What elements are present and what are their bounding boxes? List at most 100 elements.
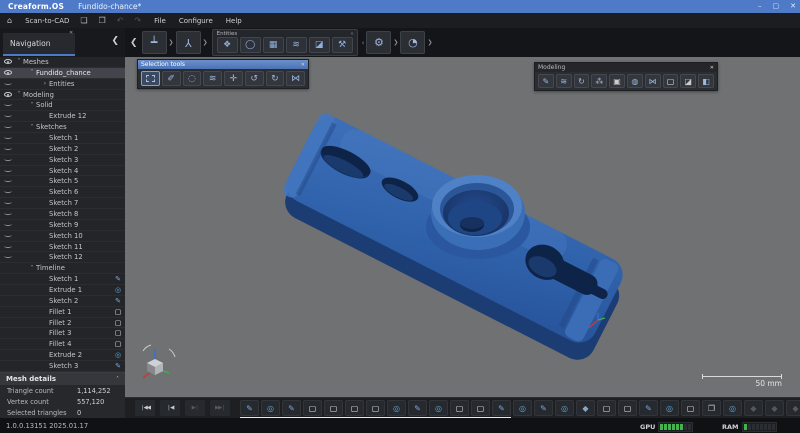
fillet-button[interactable]: ▢: [663, 74, 679, 88]
maximize-button[interactable]: ▢: [773, 0, 780, 13]
step-forward-button[interactable]: ▶❘: [185, 400, 205, 416]
timeline-sketch-icon[interactable]: ✎: [240, 400, 259, 416]
primitive-cube-button[interactable]: ▣: [609, 74, 625, 88]
timeline-fillet-icon[interactable]: ▢: [597, 400, 616, 416]
undo-icon[interactable]: ↶: [117, 16, 124, 25]
tree-item-sketch-2[interactable]: Sketch 2✎: [0, 296, 125, 307]
eye-open-icon[interactable]: [0, 92, 15, 97]
eye-closed-icon[interactable]: [0, 224, 15, 226]
eye-closed-icon[interactable]: [0, 115, 15, 117]
tree-item-extrude-1[interactable]: Extrude 1◎: [0, 285, 125, 296]
caret-down-icon[interactable]: ˅: [28, 69, 36, 76]
caret-down-icon[interactable]: ˅: [28, 102, 36, 109]
tree-item-sketch-6[interactable]: Sketch 6: [0, 187, 125, 198]
defeature-tool-button[interactable]: ⚒: [332, 37, 353, 53]
paint-selection-tool-button[interactable]: ❖: [217, 37, 238, 53]
timeline-sketch-icon[interactable]: ✎: [408, 400, 427, 416]
surface-tool-button[interactable]: ◪: [309, 37, 330, 53]
tree-item-extrude-2[interactable]: Extrude 2◎: [0, 350, 125, 361]
eye-closed-icon[interactable]: [0, 235, 15, 237]
tree-item-extrude-12[interactable]: Extrude 12: [0, 111, 125, 122]
tree-item-sketch-3[interactable]: Sketch 3✎: [0, 361, 125, 372]
menu-help[interactable]: Help: [226, 17, 242, 25]
timeline-sketch-icon[interactable]: ✎: [492, 400, 511, 416]
flip-selection-button[interactable]: ⋈: [286, 71, 305, 86]
revolve-button[interactable]: ↻: [574, 74, 590, 88]
timeline-dim-icon[interactable]: ◆: [786, 400, 800, 416]
circle-entity-tool-button[interactable]: ◯: [240, 37, 261, 53]
tree-item-timeline[interactable]: ˅Timeline: [0, 263, 125, 274]
shaded-cube-button[interactable]: ◧: [698, 74, 714, 88]
tree-item-fillet-3[interactable]: Fillet 3▢: [0, 328, 125, 339]
navigation-tab-close-icon[interactable]: ✕: [69, 30, 73, 36]
connected-selection-button[interactable]: ◌: [183, 71, 202, 86]
timeline-extrude-icon[interactable]: ◎: [555, 400, 574, 416]
eye-closed-icon[interactable]: [0, 213, 15, 215]
timeline-mesh-icon[interactable]: ◆: [576, 400, 595, 416]
eye-open-icon[interactable]: [0, 70, 15, 75]
menu-scan-to-cad[interactable]: Scan-to-CAD: [25, 17, 69, 25]
tree-item-modeling[interactable]: ˅Modeling: [0, 90, 125, 101]
go-to-start-button[interactable]: ❘◀◀: [135, 400, 155, 416]
timeline-fillet-icon[interactable]: ▢: [324, 400, 343, 416]
timeline-extrude-icon[interactable]: ◎: [660, 400, 679, 416]
tree-item-sketch-1[interactable]: Sketch 1: [0, 133, 125, 144]
alignment-tool-button[interactable]: ┷: [142, 31, 167, 54]
eye-closed-icon[interactable]: [0, 148, 15, 150]
eye-closed-icon[interactable]: [0, 246, 15, 248]
compare-tool-button[interactable]: ⚙: [366, 31, 391, 54]
tree-item-fillet-2[interactable]: Fillet 2▢: [0, 318, 125, 329]
tree-item-sketch-1[interactable]: Sketch 1✎: [0, 274, 125, 285]
spray-button[interactable]: ⁂: [591, 74, 607, 88]
tree-item-sketch-8[interactable]: Sketch 8: [0, 209, 125, 220]
timeline-dim-icon[interactable]: ◆: [765, 400, 784, 416]
selection-tools-close-icon[interactable]: ✕: [301, 62, 305, 68]
boolean-button[interactable]: ◍: [627, 74, 643, 88]
eye-open-icon[interactable]: [0, 59, 15, 64]
toolbar-collapse-icon[interactable]: ❮: [130, 38, 138, 48]
grow-selection-button[interactable]: ✛: [224, 71, 243, 86]
timeline-fillet-icon[interactable]: ▢: [450, 400, 469, 416]
rectangle-selection-button[interactable]: [141, 71, 160, 86]
new-document-icon[interactable]: ❏: [80, 16, 87, 25]
rotate-right-selection-button[interactable]: ↻: [266, 71, 285, 86]
eye-closed-icon[interactable]: [0, 256, 15, 258]
eye-closed-icon[interactable]: [0, 126, 15, 128]
caret-down-icon[interactable]: ˅: [28, 265, 36, 272]
eye-closed-icon[interactable]: [0, 170, 15, 172]
timeline-extrude-icon[interactable]: ◎: [513, 400, 532, 416]
timeline-fillet-icon[interactable]: ▢: [345, 400, 364, 416]
mesh-details-collapse-icon[interactable]: ˄: [116, 376, 119, 383]
eye-closed-icon[interactable]: [0, 104, 15, 106]
go-to-end-button[interactable]: ▶▶❘: [210, 400, 230, 416]
axis-triad[interactable]: [143, 345, 175, 378]
tab-navigation[interactable]: Navigation: [3, 33, 75, 56]
timeline-paste-icon[interactable]: ❐: [702, 400, 721, 416]
axis-dropdown-icon[interactable]: ❯: [203, 39, 208, 46]
tree-item-sketch-10[interactable]: Sketch 10: [0, 231, 125, 242]
timeline-sketch-icon[interactable]: ✎: [534, 400, 553, 416]
timeline-extrude-icon[interactable]: ◎: [723, 400, 742, 416]
tree-item-fillet-4[interactable]: Fillet 4▢: [0, 339, 125, 350]
timeline-sketch-icon[interactable]: ✎: [282, 400, 301, 416]
timeline-fillet-icon[interactable]: ▢: [471, 400, 490, 416]
close-button[interactable]: ✕: [790, 0, 796, 13]
timeline-sketch-icon[interactable]: ✎: [639, 400, 658, 416]
freeform-selection-button[interactable]: ✐: [162, 71, 181, 86]
mirror-button[interactable]: ⋈: [645, 74, 661, 88]
timeline-dim-icon[interactable]: ◆: [744, 400, 763, 416]
menu-configure[interactable]: Configure: [179, 17, 213, 25]
tree-item-sketch-5[interactable]: Sketch 5: [0, 176, 125, 187]
tree-item-sketch-3[interactable]: Sketch 3: [0, 155, 125, 166]
entities-collapse-icon[interactable]: «: [351, 31, 354, 37]
timeline-fillet-icon[interactable]: ▢: [366, 400, 385, 416]
axis-tool-button[interactable]: Y: [176, 31, 201, 54]
step-back-button[interactable]: ❘◀: [160, 400, 180, 416]
planes-button[interactable]: ≋: [556, 74, 572, 88]
compare-dropdown-icon[interactable]: ❯: [393, 39, 398, 46]
eye-closed-icon[interactable]: [0, 191, 15, 193]
timeline-fillet-icon[interactable]: ▢: [303, 400, 322, 416]
tree-item-sketch-11[interactable]: Sketch 11: [0, 242, 125, 253]
tree-item-sketch-2[interactable]: Sketch 2: [0, 144, 125, 155]
menu-file[interactable]: File: [154, 17, 166, 25]
